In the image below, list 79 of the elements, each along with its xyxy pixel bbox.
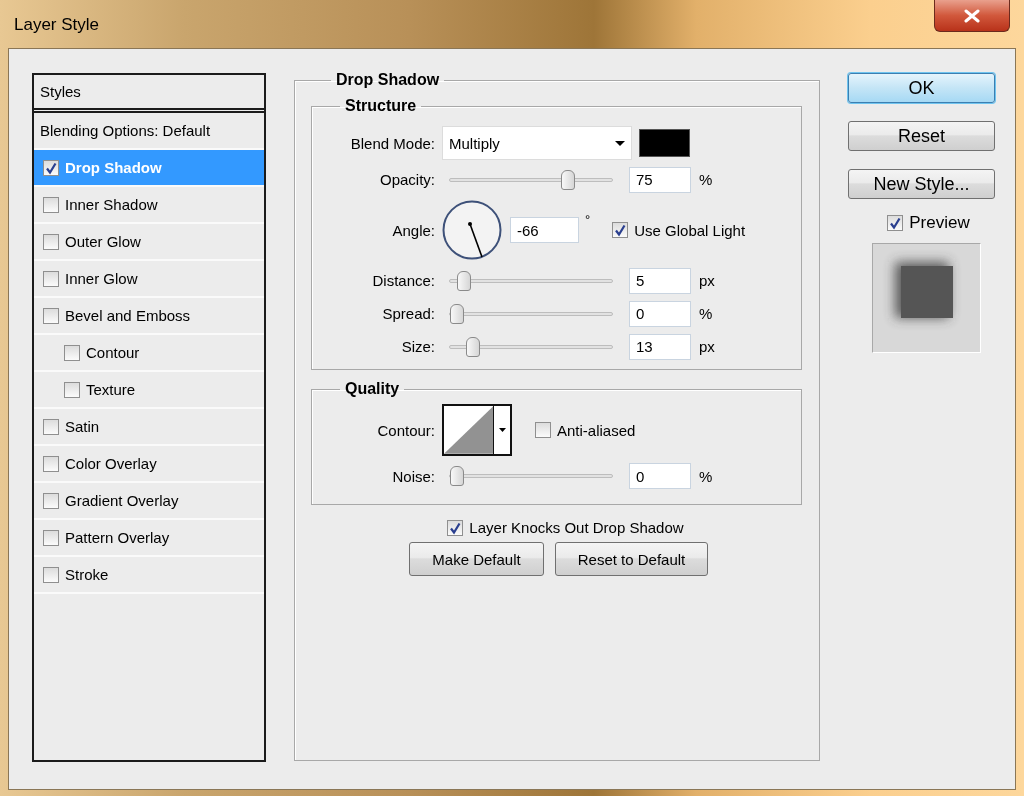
slider-thumb[interactable]	[450, 466, 464, 486]
checkbox[interactable]	[43, 196, 59, 213]
sidebar-item[interactable]: Inner Shadow	[34, 187, 264, 224]
unit-label: %	[699, 171, 713, 188]
sidebar-item[interactable]: Satin	[34, 409, 264, 446]
window-title: Layer Style	[14, 15, 100, 35]
unit-label: px	[699, 272, 715, 289]
checkbox[interactable]	[43, 307, 59, 324]
checkbox[interactable]	[43, 270, 59, 287]
close-icon	[964, 8, 980, 23]
value-field[interactable]: 5	[629, 267, 691, 294]
action-button[interactable]: Reset to Default	[555, 542, 708, 576]
checkbox-label: Preview	[909, 213, 970, 233]
sidebar-item[interactable]: Texture	[34, 372, 264, 409]
angle-dial-icon[interactable]	[442, 200, 502, 260]
checkbox[interactable]	[887, 215, 904, 231]
caret-icon	[498, 428, 506, 432]
dialog-button[interactable]: OK	[848, 73, 995, 103]
caret-icon	[615, 140, 625, 146]
section-title: Drop Shadow	[335, 71, 441, 89]
checkbox[interactable]	[447, 519, 464, 536]
checkbox[interactable]	[43, 455, 59, 472]
value-field[interactable]: 75	[629, 166, 691, 193]
sidebar-item[interactable]: Color Overlay	[34, 446, 264, 483]
checkbox-label: Anti-aliased	[557, 421, 636, 439]
sidebar-item[interactable]: Stroke	[34, 557, 264, 594]
checkbox[interactable]	[43, 566, 59, 583]
checkbox[interactable]	[612, 222, 629, 238]
sidebar-item[interactable]: Pattern Overlay	[34, 520, 264, 557]
checkbox-label: Layer Knocks Out Drop Shadow	[469, 519, 684, 536]
slider-thumb[interactable]	[450, 303, 464, 324]
checkbox[interactable]	[535, 422, 551, 438]
unit-label: %	[699, 305, 713, 322]
value-field[interactable]: 0	[629, 300, 691, 327]
sidebar-item[interactable]: Inner Glow	[34, 261, 264, 298]
list-header: Styles	[40, 83, 81, 100]
field-label: Distance:	[371, 272, 435, 289]
checkbox[interactable]	[64, 344, 80, 361]
contour-curve-icon	[444, 406, 494, 454]
check-icon	[44, 160, 58, 175]
value-field[interactable]: 13	[629, 333, 691, 360]
checkbox[interactable]	[43, 529, 59, 546]
sidebar-item[interactable]: Outer Glow	[34, 224, 264, 261]
contour-picker[interactable]	[442, 404, 512, 456]
unit-label: °	[585, 212, 591, 227]
sidebar-item[interactable]: Gradient Overlay	[34, 483, 264, 520]
section-title: Quality	[344, 380, 401, 398]
field-label: Opacity:	[378, 171, 435, 188]
sidebar-item[interactable]: Bevel and Emboss	[34, 298, 264, 335]
field-label: Angle:	[391, 221, 435, 239]
unit-label: %	[699, 467, 713, 485]
dialog-button[interactable]: Reset	[848, 121, 995, 151]
dialog-button[interactable]: New Style...	[848, 169, 995, 199]
sidebar-item[interactable]: Contour	[34, 335, 264, 372]
section-title: Structure	[344, 97, 418, 115]
field-label: Noise:	[391, 467, 435, 485]
color-swatch[interactable]	[639, 129, 690, 157]
checkbox[interactable]	[43, 492, 59, 509]
field-label: Spread:	[381, 305, 435, 322]
action-button[interactable]: Make Default	[409, 542, 544, 576]
value-field[interactable]: -66	[510, 217, 579, 243]
slider-thumb[interactable]	[457, 270, 472, 291]
slider-thumb[interactable]	[561, 169, 575, 190]
field-label: Blend Mode:	[349, 134, 435, 152]
checkbox[interactable]	[43, 159, 59, 176]
blend-mode-dropdown[interactable]: Multiply	[442, 126, 632, 160]
unit-label: px	[699, 338, 715, 355]
check-icon	[448, 520, 463, 535]
checkbox-label: Use Global Light	[634, 221, 746, 239]
checkbox[interactable]	[43, 233, 59, 250]
check-icon	[613, 223, 628, 237]
field-label: Contour:	[376, 421, 435, 439]
checkbox[interactable]	[43, 418, 59, 435]
slider-thumb[interactable]	[466, 336, 481, 357]
checkbox[interactable]	[64, 381, 80, 398]
close-button[interactable]	[934, 0, 1010, 32]
check-icon	[888, 216, 903, 230]
field-label: Size:	[400, 338, 435, 355]
value-field[interactable]: 0	[629, 463, 691, 489]
